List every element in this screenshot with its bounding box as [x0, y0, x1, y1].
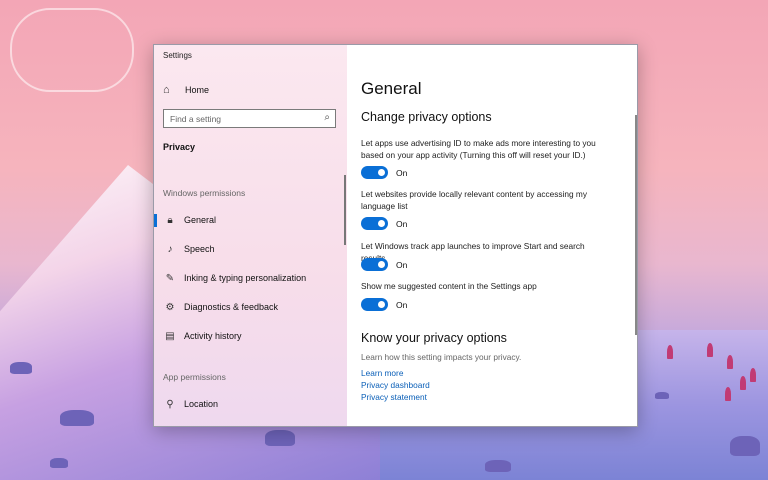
lock-icon: 🔒︎ [167, 214, 173, 226]
watermark-logo [10, 8, 134, 92]
toggle-knob [378, 220, 385, 227]
sidebar-item-location[interactable]: ⚲ Location [154, 393, 347, 415]
sidebar-item-diagnostics[interactable]: ⚙ Diagnostics & feedback [154, 296, 347, 318]
sidebar-item-activity-history[interactable]: ▤ Activity history [154, 325, 347, 347]
privacy-dashboard-link[interactable]: Privacy dashboard [361, 380, 430, 390]
wallpaper-rock [60, 410, 94, 426]
app-launch-toggle-state: On [396, 260, 408, 270]
home-icon: ⌂ [163, 84, 170, 96]
location-icon: ⚲ [166, 398, 174, 410]
home-label: Home [185, 85, 210, 95]
option-language-list-desc: Let websites provide locally relevant co… [361, 189, 587, 211]
wallpaper-rock [655, 392, 669, 399]
option-suggested-content-desc: Show me suggested content in the Setting… [361, 281, 537, 291]
suggested-content-toggle[interactable] [361, 298, 388, 311]
app-permissions-header: App permissions [163, 372, 226, 382]
app-launch-toggle[interactable] [361, 258, 388, 271]
sidebar-item-label: Location [184, 399, 219, 409]
wallpaper-rock [265, 430, 295, 446]
option-advertising-id-desc: Let apps use advertising ID to make ads … [361, 138, 596, 160]
search-input[interactable] [170, 113, 315, 125]
settings-window: ⌂ Home ⌕ Privacy Windows permissions 🔒︎ … [153, 44, 638, 427]
wallpaper-tree [750, 368, 756, 382]
advertising-id-toggle[interactable] [361, 166, 388, 179]
wallpaper-rock [730, 436, 760, 456]
wallpaper-tree [740, 376, 746, 390]
sidebar-item-label: Inking & typing personalization [184, 273, 307, 283]
privacy-statement-link[interactable]: Privacy statement [361, 392, 427, 402]
inking-icon: ✎ [165, 272, 175, 284]
sidebar-item-general[interactable]: 🔒︎ General [154, 209, 347, 231]
home-link[interactable]: ⌂ Home [163, 83, 209, 97]
know-privacy-desc: Learn how this setting impacts your priv… [361, 352, 522, 362]
sidebar: ⌂ Home ⌕ Privacy Windows permissions 🔒︎ … [154, 45, 347, 426]
category-title: Privacy [163, 142, 196, 152]
wallpaper-tree [707, 343, 713, 357]
activity-history-icon: ▤ [165, 330, 175, 342]
wallpaper-rock [10, 362, 32, 374]
advertising-id-toggle-state: On [396, 168, 408, 178]
toggle-knob [378, 261, 385, 268]
wallpaper-rock [50, 458, 68, 468]
language-list-toggle-state: On [396, 219, 408, 229]
page-title: General [361, 79, 422, 98]
window-title: Settings [163, 51, 192, 60]
wallpaper-tree [727, 355, 733, 369]
search-box[interactable]: ⌕ [163, 109, 336, 128]
wallpaper-tree [725, 387, 731, 401]
sidebar-item-label: Diagnostics & feedback [184, 302, 279, 312]
know-privacy-heading: Know your privacy options [361, 331, 507, 345]
suggested-content-toggle-state: On [396, 300, 408, 310]
language-list-toggle[interactable] [361, 217, 388, 230]
toggle-knob [378, 169, 385, 176]
sidebar-item-inking-typing[interactable]: ✎ Inking & typing personalization [154, 267, 347, 289]
windows-permissions-header: Windows permissions [163, 188, 246, 198]
content-scrollbar[interactable] [635, 115, 637, 335]
wallpaper-tree [667, 345, 673, 359]
sidebar-item-speech[interactable]: ♪ Speech [154, 238, 347, 260]
content-pane: General Change privacy options Let apps … [347, 45, 637, 426]
search-icon[interactable]: ⌕ [324, 112, 330, 123]
sidebar-item-label: Activity history [184, 331, 242, 341]
learn-more-link[interactable]: Learn more [361, 368, 403, 378]
change-privacy-heading: Change privacy options [361, 110, 492, 124]
speech-icon: ♪ [167, 243, 173, 255]
sidebar-item-label: General [184, 215, 217, 225]
wallpaper-rock [485, 460, 511, 472]
sidebar-scrollbar[interactable] [344, 175, 346, 245]
diagnostics-icon: ⚙ [165, 301, 175, 313]
toggle-knob [378, 301, 385, 308]
sidebar-item-label: Speech [184, 244, 215, 254]
